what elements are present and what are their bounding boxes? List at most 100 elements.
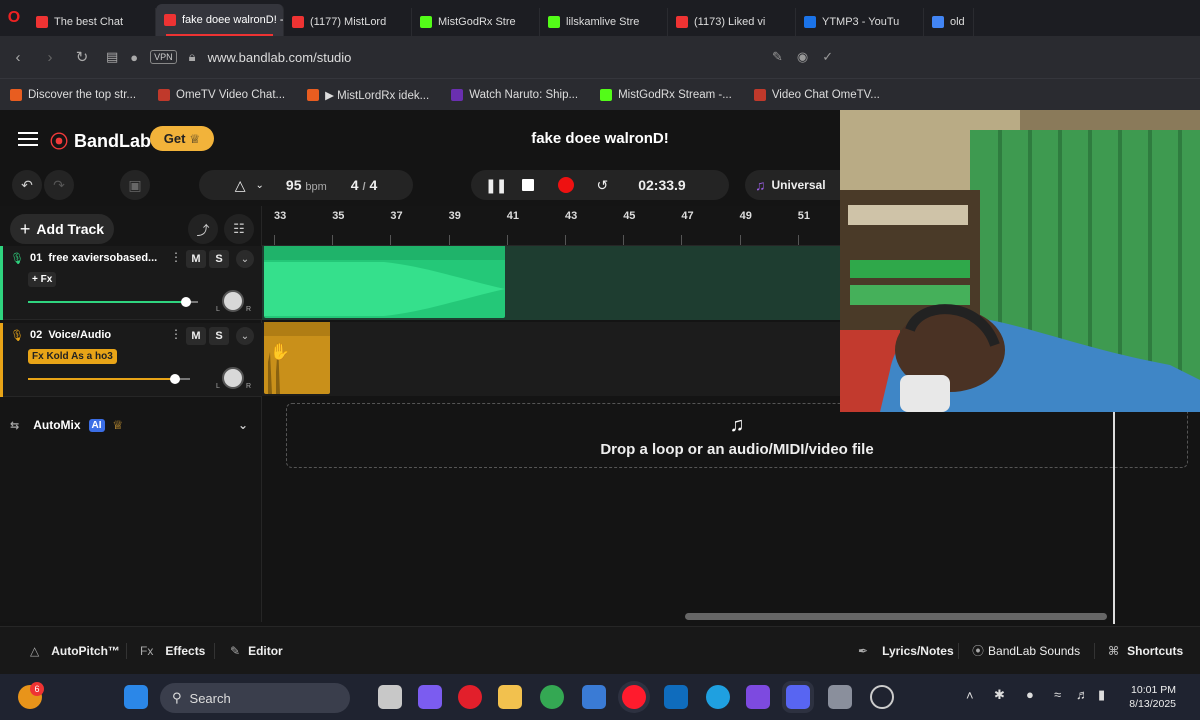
metronome-dropdown-icon[interactable]: ⌄: [256, 180, 264, 191]
bookmark-item[interactable]: Watch Naruto: Ship...: [451, 88, 578, 101]
edit-icon[interactable]: ✎: [772, 49, 783, 65]
opera-logo-icon[interactable]: O: [0, 9, 28, 27]
opera-icon[interactable]: [622, 685, 646, 709]
track-fx-button[interactable]: Fx Kold As a ho3: [28, 349, 117, 364]
mixer-settings-icon[interactable]: ☷: [224, 214, 254, 244]
bpm-control[interactable]: 95 bpm: [286, 177, 327, 193]
browser-tab[interactable]: fake doee walronD! - Stu: [156, 4, 284, 36]
bandlab-sounds-button[interactable]: ⦿ BandLab Sounds: [972, 642, 1080, 659]
lyrics-notes-button[interactable]: ✒ Lyrics/Notes: [858, 644, 954, 658]
bookmark-item[interactable]: MistGodRx Stream -...: [600, 88, 732, 101]
project-title[interactable]: fake doee walronD!: [440, 130, 760, 147]
redo-icon[interactable]: ↷: [44, 170, 74, 200]
volume-slider[interactable]: [28, 374, 190, 384]
volume-slider[interactable]: [28, 297, 198, 307]
timeline-ruler[interactable]: 33 35 37 39 41 43 45 47 49 51: [262, 206, 840, 246]
track-name[interactable]: 01 free xaviersobased...: [30, 252, 165, 264]
chevron-down-icon[interactable]: ⌄: [238, 418, 248, 432]
track-header[interactable]: 🎙︎ 02 Voice/Audio ⋮ M S ⌄ Fx Kold As a ho3 L R: [0, 323, 262, 397]
browser-tab[interactable]: lilskamlive Stre: [540, 8, 668, 36]
microphone-tray-icon[interactable]: ●: [1026, 687, 1034, 702]
record-icon[interactable]: [558, 177, 575, 193]
browser-tab[interactable]: old: [924, 8, 974, 36]
outlook-icon[interactable]: [664, 685, 688, 709]
add-track-button[interactable]: + Add Track: [10, 214, 114, 244]
track-fx-button[interactable]: + Fx: [28, 272, 57, 287]
track-name[interactable]: 02 Voice/Audio: [30, 329, 165, 341]
volume-knob[interactable]: [170, 374, 181, 384]
editor-button[interactable]: ✎ Editor: [230, 644, 283, 658]
audio-clip-track-1[interactable]: [264, 246, 505, 318]
menu-icon[interactable]: [18, 132, 38, 146]
bandlab-logo[interactable]: ⦿ BandLab: [50, 128, 151, 154]
undo-icon[interactable]: ↶: [12, 170, 42, 200]
browser-tab[interactable]: (1173) Liked vi: [668, 8, 796, 36]
taskbar-search[interactable]: ⚲ Search: [160, 683, 350, 713]
opera-gx-icon[interactable]: [458, 685, 482, 709]
metronome-icon[interactable]: △: [235, 177, 246, 194]
windows-start-icon[interactable]: [124, 685, 148, 709]
autopitch-button[interactable]: △ AutoPitch™: [30, 644, 120, 658]
microsoft-store-icon[interactable]: [582, 685, 606, 709]
check-icon[interactable]: ✓: [822, 49, 833, 65]
get-membership-button[interactable]: Get ♕: [150, 126, 214, 151]
record-panel-icon[interactable]: ▣: [120, 170, 150, 200]
pan-dial[interactable]: [222, 367, 244, 389]
obs-icon[interactable]: [870, 685, 894, 709]
track-more-icon[interactable]: ⋮: [170, 327, 182, 341]
camera-icon[interactable]: ◉: [797, 49, 808, 65]
forward-icon[interactable]: ›: [42, 49, 58, 66]
volume-knob[interactable]: [181, 297, 192, 307]
bookmark-item[interactable]: ▶ MistLordRx idek...: [307, 88, 429, 102]
volume-icon[interactable]: ♬: [1076, 687, 1089, 702]
edge-icon[interactable]: [706, 685, 730, 709]
scale-selector[interactable]: ♫ Universal: [745, 170, 855, 200]
microphone-icon[interactable]: ●: [130, 50, 138, 65]
browser-tab[interactable]: MistGodRx Stre: [412, 8, 540, 36]
pause-icon[interactable]: ❚❚: [485, 177, 507, 194]
tab-favicon-icon: [420, 16, 432, 28]
chevron-down-icon[interactable]: ⌄: [236, 250, 254, 268]
solo-button[interactable]: S: [209, 250, 229, 268]
bluetooth-share-icon[interactable]: ✱: [994, 687, 1005, 703]
chevron-up-icon[interactable]: ˄: [966, 688, 974, 703]
autopitch-label: AutoPitch™: [51, 643, 120, 658]
clipchamp-icon[interactable]: [746, 685, 770, 709]
bookmark-item[interactable]: Video Chat OmeTV...: [753, 88, 880, 101]
copilot-icon[interactable]: [418, 685, 442, 709]
camera-app-icon[interactable]: [828, 685, 852, 709]
back-icon[interactable]: ‹: [10, 49, 26, 66]
wifi-icon[interactable]: ≈: [1054, 687, 1061, 702]
chevron-down-icon[interactable]: ⌄: [236, 327, 254, 345]
mute-button[interactable]: M: [186, 327, 206, 345]
battery-icon[interactable]: ▮: [1098, 687, 1105, 703]
horizontal-scrollbar[interactable]: [685, 613, 1107, 620]
stop-icon[interactable]: [522, 179, 535, 191]
drop-zone[interactable]: ♫ Drop a loop or an audio/MIDI/video fil…: [286, 403, 1188, 468]
system-clock[interactable]: 10:01 PM 8/13/2025: [1129, 683, 1176, 711]
automix-row[interactable]: ⇆ AutoMix AI ♕ ⌄: [0, 410, 262, 440]
reader-icon[interactable]: ▤: [106, 49, 118, 65]
task-view-icon[interactable]: [378, 685, 402, 709]
file-explorer-icon[interactable]: [498, 685, 522, 709]
mute-button[interactable]: M: [186, 250, 206, 268]
browser-tab[interactable]: The best Chat: [28, 8, 156, 36]
url-text[interactable]: www.bandlab.com/studio: [208, 50, 352, 65]
browser-tab[interactable]: (1177) MistLord: [284, 8, 412, 36]
bookmark-item[interactable]: OmeTV Video Chat...: [158, 88, 285, 101]
solo-button[interactable]: S: [209, 327, 229, 345]
reload-icon[interactable]: ↻: [74, 48, 90, 66]
chrome-icon[interactable]: [540, 685, 564, 709]
bookmark-item[interactable]: Discover the top str...: [10, 88, 136, 101]
effects-button[interactable]: Fx Effects: [140, 644, 205, 658]
loop-icon[interactable]: ↺: [596, 177, 608, 194]
pan-dial[interactable]: [222, 290, 244, 312]
time-signature[interactable]: 4 / 4: [351, 177, 377, 193]
browser-tab[interactable]: YTMP3 - YouTu: [796, 8, 924, 36]
discord-icon[interactable]: [786, 685, 810, 709]
vpn-badge[interactable]: VPN: [150, 50, 177, 64]
track-header[interactable]: 🎙︎ 01 free xaviersobased... ⋮ M S ⌄ + Fx L R: [0, 246, 262, 320]
automation-icon[interactable]: ⤴: [188, 214, 218, 244]
track-more-icon[interactable]: ⋮: [170, 250, 182, 264]
shortcuts-button[interactable]: ⌘ Shortcuts: [1108, 644, 1183, 658]
